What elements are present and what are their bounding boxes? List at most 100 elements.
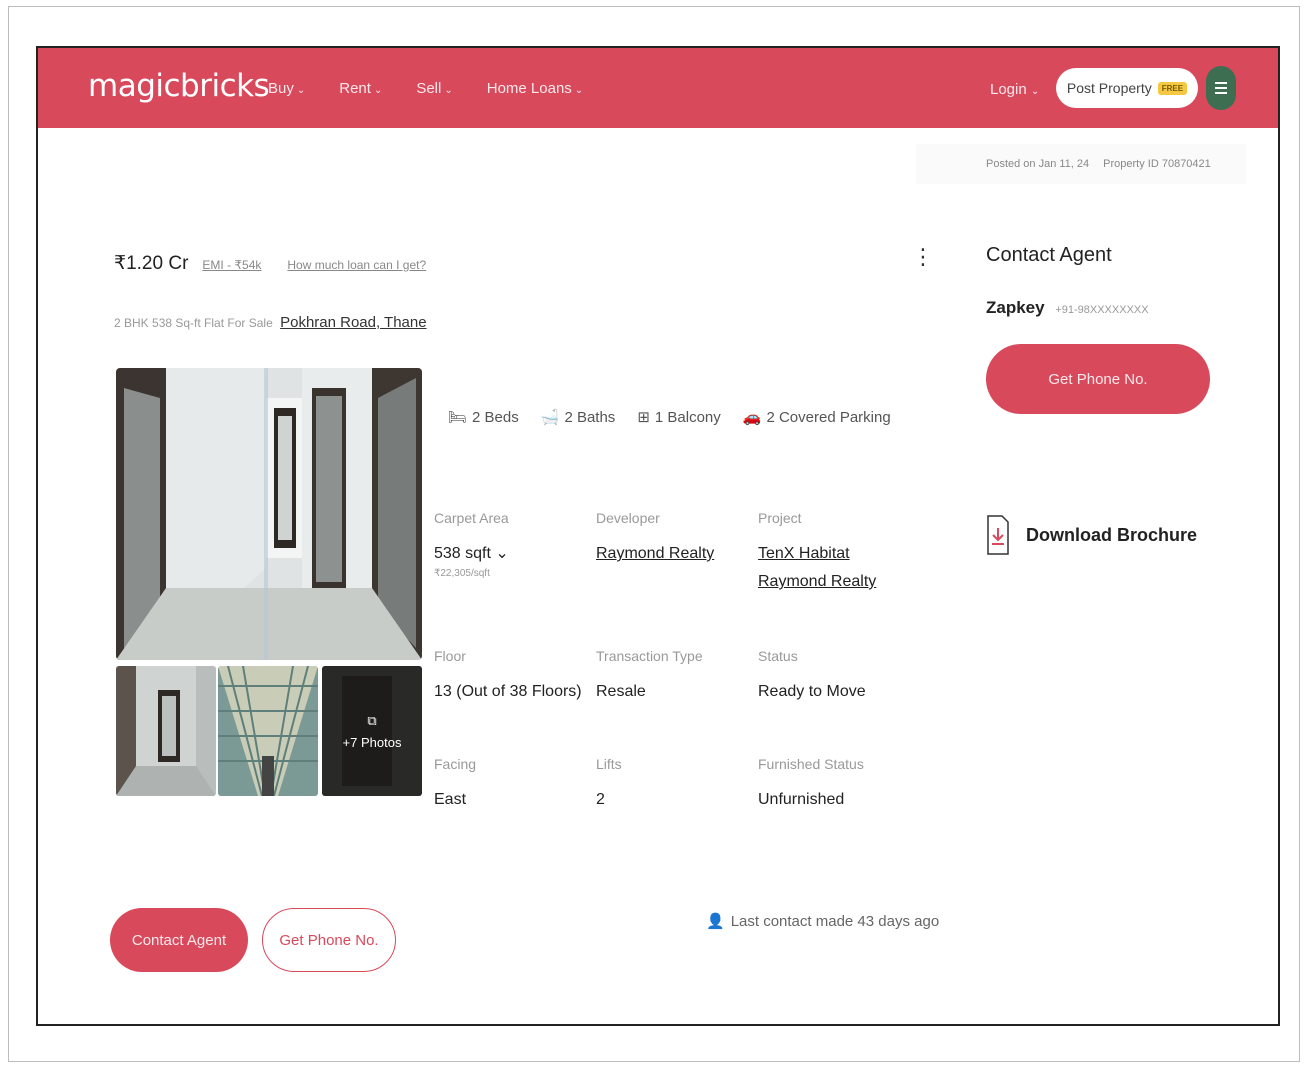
detail-label: Status <box>758 648 798 664</box>
detail-label: Facing <box>434 756 477 772</box>
detail-value: 2 <box>596 791 605 808</box>
agent-name: Zapkey <box>986 298 1045 317</box>
chevron-down-icon: ⌄ <box>296 85 306 96</box>
last-contact-info: 👤 Last contact made 43 days ago <box>706 912 940 931</box>
agent-phone-masked: +91-98XXXXXXXX <box>1055 304 1149 316</box>
more-photos-overlay: ⧉ +7 Photos <box>322 666 422 796</box>
site-logo[interactable]: magicbricks <box>88 68 270 104</box>
detail-value: East <box>434 791 467 808</box>
amenity-parking-label: 2 Covered Parking <box>766 408 891 426</box>
bed-icon: 🛏 <box>448 409 468 426</box>
main-nav: Buy ⌄ Rent ⌄ Sell ⌄ Home Loans ⌄ <box>268 80 617 97</box>
photo-thumbnail[interactable] <box>116 666 216 796</box>
chevron-down-icon: ⌄ <box>574 85 584 96</box>
amenity-beds: 🛏 2 Beds <box>448 408 519 427</box>
site-header: magicbricks Buy ⌄ Rent ⌄ Sell ⌄ Home Loans ⌄… <box>38 48 1278 128</box>
nav-rent-label: Rent <box>339 80 371 97</box>
property-id: Property ID 70870421 <box>1103 158 1211 170</box>
listing-meta: Posted on Jan 11, 24 Property ID 7087042… <box>916 144 1246 184</box>
amenity-balcony-label: 1 Balcony <box>654 408 721 426</box>
detail-developer: Developer Raymond Realty <box>596 510 714 568</box>
sidebar-get-phone-button[interactable]: Get Phone No. <box>986 344 1210 414</box>
corridor-photo <box>116 368 422 660</box>
more-photos-label: +7 Photos <box>342 734 402 750</box>
chevron-down-icon[interactable]: ⌄ <box>495 545 508 562</box>
bath-icon: 🛁 <box>540 409 560 426</box>
login-button[interactable]: Login ⌄ <box>990 81 1039 98</box>
contact-agent-title: Contact Agent <box>986 244 1112 266</box>
building-thumb <box>218 666 318 796</box>
posted-date: Posted on Jan 11, 24 <box>986 158 1090 170</box>
nav-sell[interactable]: Sell ⌄ <box>416 80 452 97</box>
nav-home-loans-label: Home Loans <box>486 80 572 97</box>
last-contact-label: Last contact made 43 days ago <box>730 912 940 930</box>
emi-link[interactable]: EMI - ₹54k <box>202 258 261 272</box>
nav-buy-label: Buy <box>268 80 294 97</box>
more-photos-thumbnail[interactable]: ⧉ +7 Photos <box>322 666 422 796</box>
user-icon: 👤 <box>706 913 725 930</box>
contact-agent-button[interactable]: Contact Agent <box>110 908 248 972</box>
listing-type: 2 BHK 538 Sq-ft Flat For Sale <box>114 316 273 330</box>
detail-lifts: Lifts 2 <box>596 756 622 814</box>
detail-furnished-status: Furnished Status Unfurnished <box>758 756 864 814</box>
detail-label: Project <box>758 510 802 526</box>
get-phone-button[interactable]: Get Phone No. <box>262 908 396 972</box>
price-row: ₹1.20 Cr EMI - ₹54k How much loan can I … <box>114 252 426 275</box>
detail-value: Resale <box>596 683 646 700</box>
pdf-download-icon <box>987 515 1009 555</box>
nav-home-loans[interactable]: Home Loans ⌄ <box>487 80 583 97</box>
detail-value: 13 (Out of 38 Floors) <box>434 683 582 700</box>
detail-label: Carpet Area <box>434 510 509 526</box>
download-brochure-label: Download Brochure <box>1026 524 1198 545</box>
nav-rent[interactable]: Rent ⌄ <box>339 80 382 97</box>
detail-project: Project TenX Habitat Raymond Realty <box>758 510 918 596</box>
hamburger-menu-button[interactable] <box>1206 66 1236 110</box>
free-badge: FREE <box>1157 81 1188 95</box>
detail-carpet-area: Carpet Area 538 sqft ⌄ ₹22,305/sqft <box>434 510 509 579</box>
detail-label: Floor <box>434 648 466 664</box>
amenity-parking: 🚗 2 Covered Parking <box>742 408 891 427</box>
listing-subtitle: 2 BHK 538 Sq-ft Flat For Sale Pokhran Ro… <box>114 314 427 331</box>
detail-facing: Facing East <box>434 756 476 814</box>
chevron-down-icon: ⌄ <box>1030 86 1040 97</box>
detail-label: Lifts <box>596 756 622 772</box>
detail-label: Transaction Type <box>596 648 703 664</box>
detail-floor: Floor 13 (Out of 38 Floors) <box>434 648 582 706</box>
chevron-down-icon: ⌄ <box>444 85 453 96</box>
nav-sell-label: Sell <box>416 80 442 97</box>
agent-info: Zapkey +91-98XXXXXXXX <box>986 298 1149 318</box>
detail-value: Ready to Move <box>758 683 866 700</box>
detail-label: Furnished Status <box>758 756 864 772</box>
post-property-label: Post Property <box>1066 80 1152 96</box>
detail-transaction-type: Transaction Type Resale <box>596 648 703 706</box>
more-options-icon[interactable]: ⋮ <box>912 246 934 268</box>
post-property-button[interactable]: Post Property FREE <box>1056 68 1198 108</box>
price-per-sqft: ₹22,305/sqft <box>434 568 490 579</box>
loan-eligibility-link[interactable]: How much loan can I get? <box>287 258 426 272</box>
amenity-baths-label: 2 Baths <box>564 408 616 426</box>
carpet-area-value: 538 sqft <box>434 545 491 562</box>
nav-buy[interactable]: Buy ⌄ <box>268 80 305 97</box>
detail-status: Status Ready to Move <box>758 648 866 706</box>
menu-icon-line <box>1215 87 1227 89</box>
download-brochure-button[interactable]: Download Brochure <box>986 514 1197 556</box>
parking-icon: 🚗 <box>742 409 762 426</box>
chevron-down-icon: ⌄ <box>373 85 383 96</box>
hallway-thumb <box>116 666 216 796</box>
detail-label: Developer <box>596 510 660 526</box>
menu-icon-line <box>1215 92 1227 94</box>
amenity-baths: 🛁 2 Baths <box>540 408 616 427</box>
amenities-row: 🛏 2 Beds 🛁 2 Baths ⊞ 1 Balcony 🚗 2 Covered P… <box>448 408 891 427</box>
login-label: Login <box>990 81 1027 98</box>
main-photo[interactable] <box>116 368 422 660</box>
gallery-icon: ⧉ <box>367 712 377 728</box>
browser-viewport: magicbricks Buy ⌄ Rent ⌄ Sell ⌄ Home Loans ⌄… <box>36 46 1280 1026</box>
developer-link[interactable]: Raymond Realty <box>596 540 714 568</box>
menu-icon-line <box>1215 82 1227 84</box>
photo-thumbnail[interactable] <box>218 666 318 796</box>
amenity-beds-label: 2 Beds <box>472 408 519 426</box>
balcony-icon: ⊞ <box>637 409 650 426</box>
location-link[interactable]: Pokhran Road, Thane <box>280 314 427 331</box>
price: ₹1.20 Cr <box>114 253 189 274</box>
project-link[interactable]: TenX Habitat Raymond Realty <box>758 540 918 596</box>
